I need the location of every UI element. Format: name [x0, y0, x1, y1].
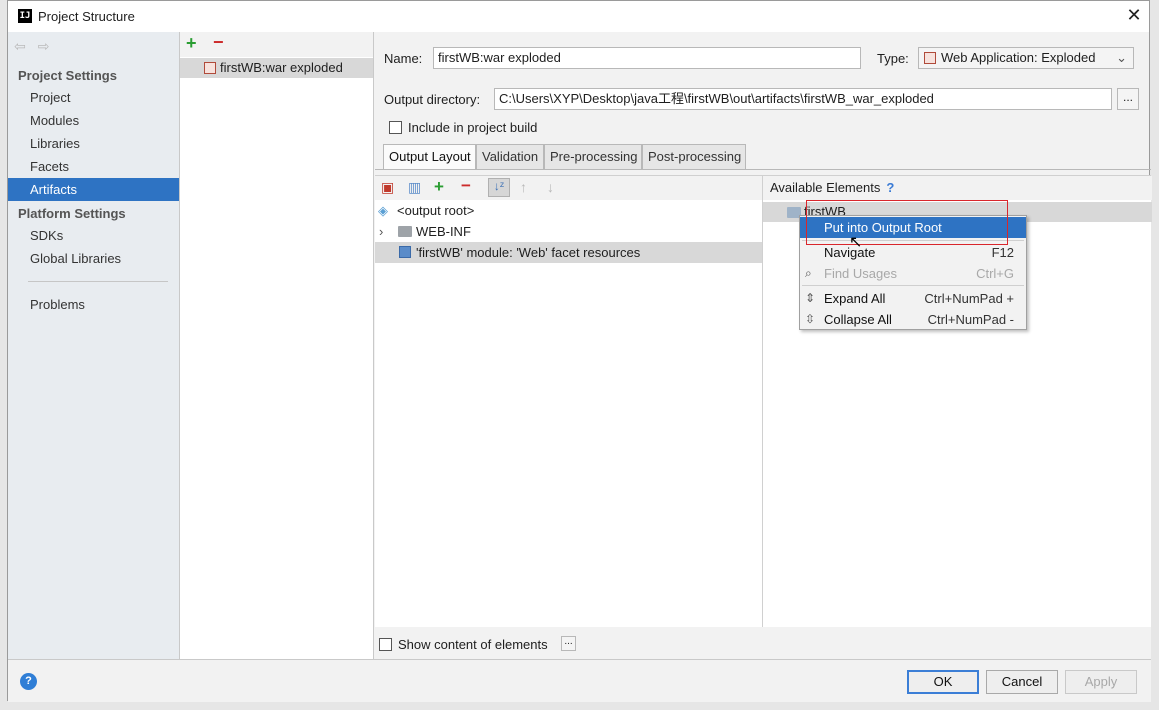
- menu-item-expand-all[interactable]: ⇕ Expand All Ctrl+NumPad +: [800, 288, 1026, 309]
- web-inf-label: WEB-INF: [416, 224, 471, 239]
- bottom-bar: Show content of elements ...: [375, 627, 1151, 659]
- mouse-pointer-icon: ↖: [849, 234, 863, 251]
- sidebar-item-project[interactable]: Project: [8, 86, 179, 109]
- artifact-list-toolbar: + −: [180, 32, 373, 57]
- forward-arrow-icon[interactable]: ⇨: [38, 38, 50, 54]
- project-structure-dialog: IJ Project Structure ✕ ⇦ ⇨ Project Settin…: [7, 0, 1152, 702]
- output-root-label: <output root>: [397, 203, 475, 218]
- sidebar-item-sdks[interactable]: SDKs: [8, 224, 179, 247]
- type-label: Type:: [877, 51, 909, 66]
- history-nav: ⇦ ⇨: [14, 38, 61, 55]
- menu-item-shortcut: Ctrl+NumPad -: [927, 312, 1014, 327]
- web-app-icon: [924, 52, 936, 64]
- platform-settings-heading: Platform Settings: [18, 206, 126, 221]
- tab-validation[interactable]: Validation: [476, 144, 544, 169]
- show-content-checkbox[interactable]: [379, 638, 392, 651]
- add-element-icon[interactable]: +: [434, 177, 444, 197]
- sidebar-item-libraries[interactable]: Libraries: [8, 132, 179, 155]
- settings-sidebar: ⇦ ⇨ Project Settings Project Modules Libr…: [8, 32, 180, 659]
- include-build-checkbox[interactable]: [389, 121, 402, 134]
- type-select-value: Web Application: Exploded: [941, 50, 1096, 65]
- search-icon: ⌕: [805, 266, 812, 280]
- menu-item-shortcut: Ctrl+G: [976, 266, 1014, 281]
- war-exploded-icon: [204, 62, 216, 74]
- output-layout-toolbar: ▣ ▥ + − ↓ᶻ ↑ ↓: [375, 176, 762, 200]
- collapse-all-icon: ⇳: [805, 312, 816, 326]
- expand-all-icon: ⇕: [805, 291, 816, 305]
- artifact-editor: Name: firstWB:war exploded Type: Web App…: [375, 32, 1152, 659]
- tree-row-facet-resources[interactable]: 'firstWB' module: 'Web' facet resources: [375, 242, 762, 263]
- sidebar-item-artifacts[interactable]: Artifacts: [8, 178, 179, 201]
- menu-item-label: Expand All: [824, 291, 886, 306]
- name-label: Name:: [384, 51, 423, 66]
- output-root-icon: ◈: [378, 203, 388, 218]
- artifact-item[interactable]: firstWB:war exploded: [180, 58, 373, 78]
- chevron-right-icon[interactable]: ›: [379, 221, 383, 242]
- include-build-label: Include in project build: [408, 120, 538, 135]
- back-arrow-icon[interactable]: ⇦: [14, 38, 26, 54]
- add-artifact-icon[interactable]: +: [186, 33, 197, 54]
- sidebar-item-facets[interactable]: Facets: [8, 155, 179, 178]
- menu-separator: [802, 240, 1024, 241]
- archive-icon[interactable]: ▥: [408, 179, 421, 196]
- project-settings-heading: Project Settings: [18, 68, 117, 83]
- move-up-icon[interactable]: ↑: [520, 179, 527, 195]
- available-elements-header: Available Elements?: [763, 176, 1152, 200]
- show-content-options-button[interactable]: ...: [561, 636, 576, 651]
- artifact-list-panel: + − firstWB:war exploded: [180, 32, 374, 659]
- dialog-footer: ? OK Cancel Apply: [8, 659, 1151, 702]
- intellij-app-icon: IJ: [18, 9, 32, 23]
- folder-icon: [398, 226, 412, 237]
- type-select[interactable]: Web Application: Exploded ⌄: [918, 47, 1134, 69]
- artifact-item-label: firstWB:war exploded: [220, 60, 343, 75]
- output-directory-field[interactable]: C:\Users\XYP\Desktop\java工程\firstWB\out\…: [494, 88, 1112, 110]
- tab-pre-processing[interactable]: Pre-processing: [544, 144, 642, 169]
- output-layout-pane: ▣ ▥ + − ↓ᶻ ↑ ↓ ◈ <output root> › WEB-INF…: [375, 175, 762, 627]
- menu-item-navigate[interactable]: Navigate F12: [800, 242, 1026, 263]
- show-content-label: Show content of elements: [398, 637, 548, 652]
- tab-post-processing[interactable]: Post-processing: [642, 144, 746, 169]
- web-facet-icon: [399, 246, 411, 258]
- create-directory-icon[interactable]: ▣: [381, 179, 394, 196]
- title-bar: IJ Project Structure ✕: [8, 1, 1149, 32]
- menu-item-shortcut: Ctrl+NumPad +: [924, 291, 1014, 306]
- context-menu: Put into Output Root Navigate F12 ⌕ Find…: [799, 215, 1027, 330]
- help-button[interactable]: ?: [20, 673, 37, 690]
- name-field[interactable]: firstWB:war exploded: [433, 47, 861, 69]
- menu-item-collapse-all[interactable]: ⇳ Collapse All Ctrl+NumPad -: [800, 309, 1026, 330]
- cancel-button[interactable]: Cancel: [986, 670, 1058, 694]
- menu-item-label: Put into Output Root: [824, 220, 942, 235]
- menu-item-label: Find Usages: [824, 266, 897, 281]
- available-elements-title: Available Elements: [770, 180, 881, 195]
- sidebar-item-modules[interactable]: Modules: [8, 109, 179, 132]
- browse-button[interactable]: ...: [1117, 88, 1139, 110]
- menu-separator: [802, 285, 1024, 286]
- menu-item-shortcut: F12: [991, 245, 1014, 260]
- facet-resources-label: 'firstWB' module: 'Web' facet resources: [416, 245, 641, 260]
- remove-element-icon[interactable]: −: [461, 176, 471, 196]
- move-down-icon[interactable]: ↓: [547, 179, 554, 195]
- tab-output-layout[interactable]: Output Layout: [383, 144, 476, 169]
- output-directory-label: Output directory:: [384, 92, 481, 107]
- tree-row-output-root[interactable]: ◈ <output root>: [375, 200, 762, 221]
- apply-button[interactable]: Apply: [1065, 670, 1137, 694]
- tab-divider: [375, 169, 1151, 170]
- menu-item-label: Collapse All: [824, 312, 892, 327]
- sidebar-divider: [28, 281, 168, 282]
- sidebar-item-problems[interactable]: Problems: [8, 293, 179, 316]
- menu-item-put-into-output-root[interactable]: Put into Output Root: [800, 217, 1026, 238]
- chevron-down-icon: ⌄: [1116, 50, 1127, 65]
- sidebar-item-global-libraries[interactable]: Global Libraries: [8, 247, 179, 270]
- ok-button[interactable]: OK: [907, 670, 979, 694]
- sort-icon[interactable]: ↓ᶻ: [488, 178, 510, 197]
- close-button[interactable]: ✕: [1123, 4, 1145, 26]
- help-icon[interactable]: ?: [886, 180, 894, 195]
- remove-artifact-icon[interactable]: −: [213, 32, 224, 53]
- window-title: Project Structure: [38, 9, 135, 24]
- menu-item-find-usages[interactable]: ⌕ Find Usages Ctrl+G: [800, 263, 1026, 284]
- tree-row-web-inf[interactable]: › WEB-INF: [375, 221, 762, 242]
